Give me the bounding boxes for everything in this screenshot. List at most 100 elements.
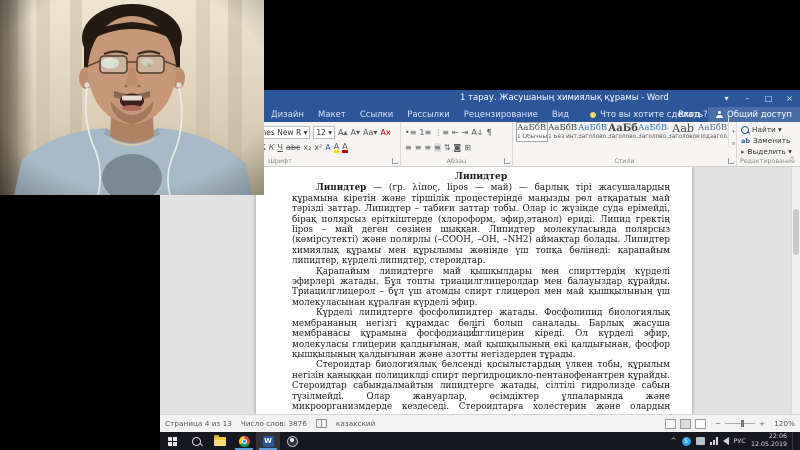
sort-button[interactable]: А↓	[471, 128, 483, 137]
tab-references[interactable]: Ссылки	[353, 110, 400, 120]
style-heading2[interactable]: АаБб Заголово...	[608, 123, 638, 141]
bullets-button[interactable]: •≡	[405, 128, 416, 137]
style-label: Заголово...	[608, 133, 638, 140]
align-left-button[interactable]: ≡	[405, 143, 412, 152]
web-layout-button[interactable]	[694, 418, 706, 429]
zoom-slider: − +	[715, 419, 765, 428]
multilevel-list-button[interactable]: ⋮≡	[434, 128, 449, 137]
vertical-scrollbar[interactable]	[791, 167, 800, 414]
grow-font-button[interactable]: А▴	[338, 128, 348, 137]
paragraph: Липидтер — (гр. λίπος, lipos — май) — ба…	[292, 183, 670, 266]
superscript-button[interactable]: х²	[314, 143, 322, 152]
tray-date: 12.05.2019	[750, 441, 787, 448]
language-tray-indicator[interactable]: РУС	[734, 437, 746, 445]
ribbon-display-options-button[interactable]: ▾	[716, 90, 737, 107]
obs-button[interactable]	[280, 432, 304, 450]
collapse-ribbon-icon[interactable]: ^	[789, 156, 795, 164]
minimize-button[interactable]: –	[737, 90, 758, 107]
file-explorer-button[interactable]	[208, 432, 232, 450]
close-button[interactable]: ×	[779, 90, 800, 107]
text-effects-button[interactable]: А	[325, 143, 330, 152]
scroll-down-icon[interactable]: ▾	[732, 129, 735, 135]
zoom-out-button[interactable]: −	[715, 419, 721, 428]
align-center-button[interactable]: ≡	[415, 143, 422, 152]
show-desktop-button[interactable]	[792, 432, 796, 450]
volume-icon[interactable]	[722, 437, 729, 445]
skype-icon[interactable]: S	[681, 436, 691, 446]
shading-button[interactable]: ◙	[454, 143, 462, 152]
underline-button[interactable]: Ч	[277, 143, 282, 152]
read-mode-button[interactable]	[664, 418, 676, 429]
tab-mailings[interactable]: Рассылки	[400, 110, 456, 120]
word-count[interactable]: Число слов: 3876	[241, 419, 307, 428]
lightbulb-icon	[590, 111, 597, 118]
taskbar-search-button[interactable]	[184, 432, 208, 450]
styles-dialog-launcher-icon[interactable]	[728, 158, 734, 164]
borders-button[interactable]: ⊞	[464, 143, 471, 152]
italic-button[interactable]: К	[269, 143, 275, 152]
change-case-button[interactable]: Аа▾	[363, 128, 377, 137]
clock[interactable]: 22:06 12.05.2019	[751, 433, 787, 449]
align-right-button[interactable]: ≡	[424, 143, 431, 152]
replace-button[interactable]: ab Заменить	[741, 135, 792, 146]
print-layout-button[interactable]	[679, 418, 691, 429]
line-spacing-button[interactable]: ⇅	[444, 143, 451, 152]
search-icon	[191, 436, 201, 446]
sign-in-button[interactable]: Вход	[670, 110, 708, 120]
proofing-icon[interactable]	[315, 419, 327, 428]
tab-design[interactable]: Дизайн	[264, 110, 311, 120]
increase-indent-button[interactable]: ⇥	[462, 128, 469, 137]
tab-review[interactable]: Рецензирование	[457, 110, 545, 120]
page-indicator[interactable]: Страница 4 из 13	[165, 419, 232, 428]
editing-group: Найти ▾ ab Заменить ▸ Выделить ▾ Редакти…	[737, 122, 798, 166]
window-title: 1 тарау. Жасушаның химиялық құрамы - Wor…	[460, 93, 669, 103]
document-text: Липидтер Липидтер — (гр. λίπος, lipos — …	[292, 171, 670, 414]
style-subtitle[interactable]: АаБбВгГ Подзагол...	[698, 123, 728, 141]
justify-button[interactable]: ≡	[434, 143, 441, 152]
search-icon	[741, 125, 749, 134]
scroll-up-icon[interactable]: ▴	[732, 117, 735, 123]
maximize-button[interactable]: □	[758, 90, 779, 107]
tray-expand-icon[interactable]: ^	[671, 437, 677, 445]
subscript-button[interactable]: х₂	[303, 143, 311, 152]
word-taskbar-button[interactable]: W	[256, 432, 280, 450]
style-title[interactable]: Аab Заголовок	[668, 123, 698, 141]
start-button[interactable]	[160, 432, 184, 450]
tab-layout[interactable]: Макет	[311, 110, 353, 120]
find-button[interactable]: Найти ▾	[741, 124, 792, 135]
document-page[interactable]: Липидтер Липидтер — (гр. λίπος, lipos — …	[256, 167, 692, 414]
numbering-button[interactable]: 1≡	[419, 128, 431, 137]
decrease-indent-button[interactable]: ⇤	[452, 128, 459, 137]
strikethrough-button[interactable]: abc	[286, 143, 300, 152]
share-button[interactable]: Общий доступ	[708, 107, 800, 122]
show-marks-button[interactable]: ¶	[487, 128, 492, 137]
font-name-combobox[interactable]: mes New R ▾	[256, 126, 311, 139]
zoom-track[interactable]	[725, 420, 755, 427]
font-size-combobox[interactable]: 12 ▾	[313, 126, 336, 139]
network-icon[interactable]	[709, 437, 718, 445]
tray-app-icon[interactable]	[695, 437, 705, 445]
style-preview: АаБбВгГт	[517, 122, 547, 133]
shrink-font-button[interactable]: А▾	[351, 128, 361, 137]
paragraph-dialog-launcher-icon[interactable]	[504, 158, 510, 164]
paragraph: Күрделі липидтерге фосфолипидтер жатады.…	[292, 308, 670, 360]
zoom-thumb[interactable]	[741, 420, 744, 427]
zoom-in-button[interactable]: +	[759, 419, 765, 428]
scrollbar-thumb[interactable]	[793, 209, 799, 255]
more-styles-icon[interactable]: ≡	[731, 141, 735, 147]
highlight-color-button[interactable]: А	[333, 142, 340, 153]
font-dialog-launcher-icon[interactable]	[392, 158, 398, 164]
tab-view[interactable]: Вид	[545, 110, 576, 120]
vignette	[0, 0, 264, 195]
style-heading3[interactable]: АаБбВаГ Заголово...	[638, 123, 668, 141]
zoom-level[interactable]: 120%	[774, 419, 795, 428]
style-no-spacing[interactable]: АаБбВгГт 1 Без инт...	[548, 123, 578, 141]
language-indicator[interactable]: казахский	[336, 419, 375, 428]
font-color-button[interactable]: А	[342, 142, 348, 153]
style-preview: АаБбВгГт	[548, 122, 578, 133]
style-heading1[interactable]: АаБбВг Заголово...	[578, 123, 608, 141]
select-button[interactable]: ▸ Выделить ▾	[741, 146, 792, 157]
style-normal[interactable]: АаБбВгГт 1 Обычный	[516, 121, 548, 142]
clear-formatting-button[interactable]: Аx	[380, 128, 390, 137]
chrome-button[interactable]	[232, 432, 256, 450]
